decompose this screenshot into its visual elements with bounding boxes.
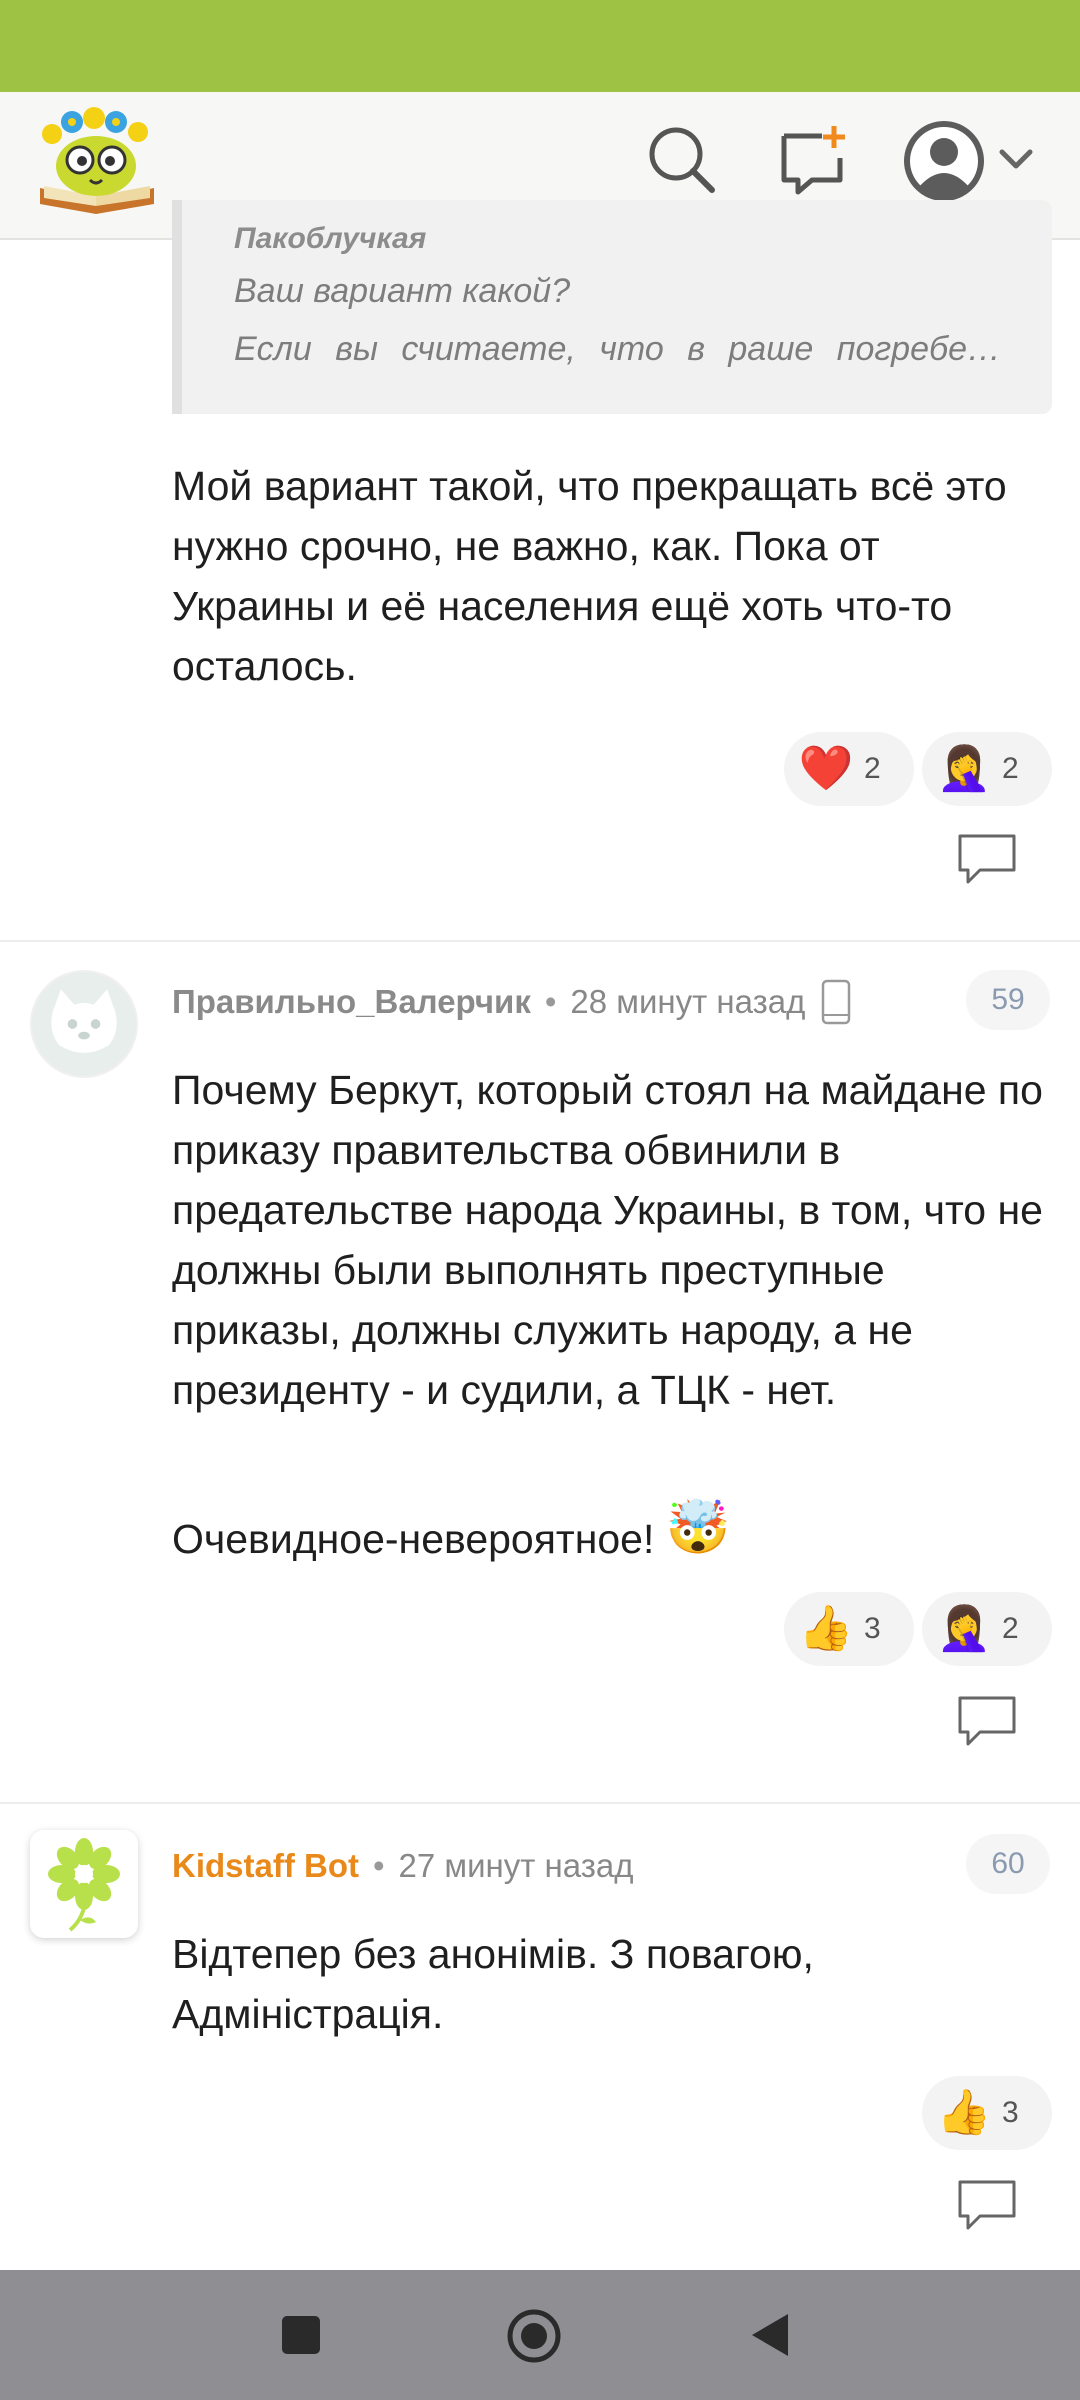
reaction-count: 2 xyxy=(1002,1612,1019,1645)
facepalm-icon: 🤦‍♀️ xyxy=(936,1604,992,1653)
comment-author[interactable]: Правильно_Валерчик xyxy=(172,983,531,1021)
divider xyxy=(0,940,1080,942)
reaction-thumbs-up[interactable]: 👍 3 xyxy=(922,2076,1052,2150)
comment-time: 28 минут назад xyxy=(570,983,806,1020)
reaction-facepalm[interactable]: 🤦‍♀️ 2 xyxy=(922,732,1052,806)
facepalm-icon: 🤦‍♀️ xyxy=(936,744,992,793)
thumbs-up-icon: 👍 xyxy=(798,1604,854,1653)
reaction-count: 3 xyxy=(1002,2096,1019,2129)
triangle-back-icon[interactable] xyxy=(748,2310,792,2360)
comment-number[interactable]: 60 xyxy=(966,1834,1050,1894)
search-icon[interactable] xyxy=(644,122,718,196)
user-avatar-icon[interactable] xyxy=(902,118,1042,204)
comment-meta: Kidstaff Bot • 27 минут назад xyxy=(172,1844,634,1888)
quote-author: Пакоблучкая xyxy=(234,222,427,255)
reply-comment-icon[interactable] xyxy=(956,832,1018,886)
comment-number[interactable]: 59 xyxy=(966,970,1050,1030)
reaction-facepalm[interactable]: 🤦‍♀️ 2 xyxy=(922,1592,1052,1666)
avatar[interactable] xyxy=(30,970,138,1078)
new-message-plus-icon[interactable] xyxy=(776,122,850,196)
separator-dot: • xyxy=(372,1847,385,1884)
system-navigation-bar xyxy=(0,2270,1080,2400)
avatar[interactable] xyxy=(30,1830,138,1938)
heart-icon: ❤️ xyxy=(798,744,854,793)
reply-comment-icon[interactable] xyxy=(956,2178,1018,2232)
circle-home-icon[interactable] xyxy=(506,2308,562,2364)
reaction-count: 2 xyxy=(864,752,881,785)
quoted-comment: Пакоблучкая Ваш вариант какой? Если вы с… xyxy=(172,200,1052,414)
comment-text: Очевидное-невероятное! 🤯 xyxy=(172,1498,1052,1569)
comment-text: Відтепер без анонімів. З повагою, Адміні… xyxy=(172,1931,814,2037)
kidstaff-logo[interactable] xyxy=(32,104,162,214)
reply-comment-icon[interactable] xyxy=(956,1694,1018,1748)
separator-dot: • xyxy=(544,983,557,1020)
reaction-heart[interactable]: ❤️ 2 xyxy=(784,732,914,806)
exploding-head-icon: 🤯 xyxy=(665,1499,731,1557)
status-bar xyxy=(0,0,1080,92)
comment-text: Почему Беркут, который стоял на майдане … xyxy=(172,1067,1043,1413)
square-icon[interactable] xyxy=(280,2314,322,2356)
mobile-phone-icon xyxy=(822,979,851,1025)
divider xyxy=(0,1802,1080,1804)
comment-meta: Правильно_Валерчик • 28 минут назад xyxy=(172,979,851,1025)
reaction-thumbs-up[interactable]: 👍 3 xyxy=(784,1592,914,1666)
thumbs-up-icon: 👍 xyxy=(936,2088,992,2137)
comment-text: Мой вариант такой, что прекращать всё эт… xyxy=(172,463,1007,689)
quote-text-line1: Ваш вариант какой? xyxy=(234,272,571,310)
comment-time: 27 минут назад xyxy=(398,1847,634,1884)
comment-text-line: Очевидное-невероятное! xyxy=(172,1516,655,1562)
reaction-count: 2 xyxy=(1002,752,1019,785)
reaction-count: 3 xyxy=(864,1612,881,1645)
quote-text-line2: Если вы считаете, что в раше погребе… xyxy=(234,330,1002,368)
comment-author[interactable]: Kidstaff Bot xyxy=(172,1847,359,1885)
